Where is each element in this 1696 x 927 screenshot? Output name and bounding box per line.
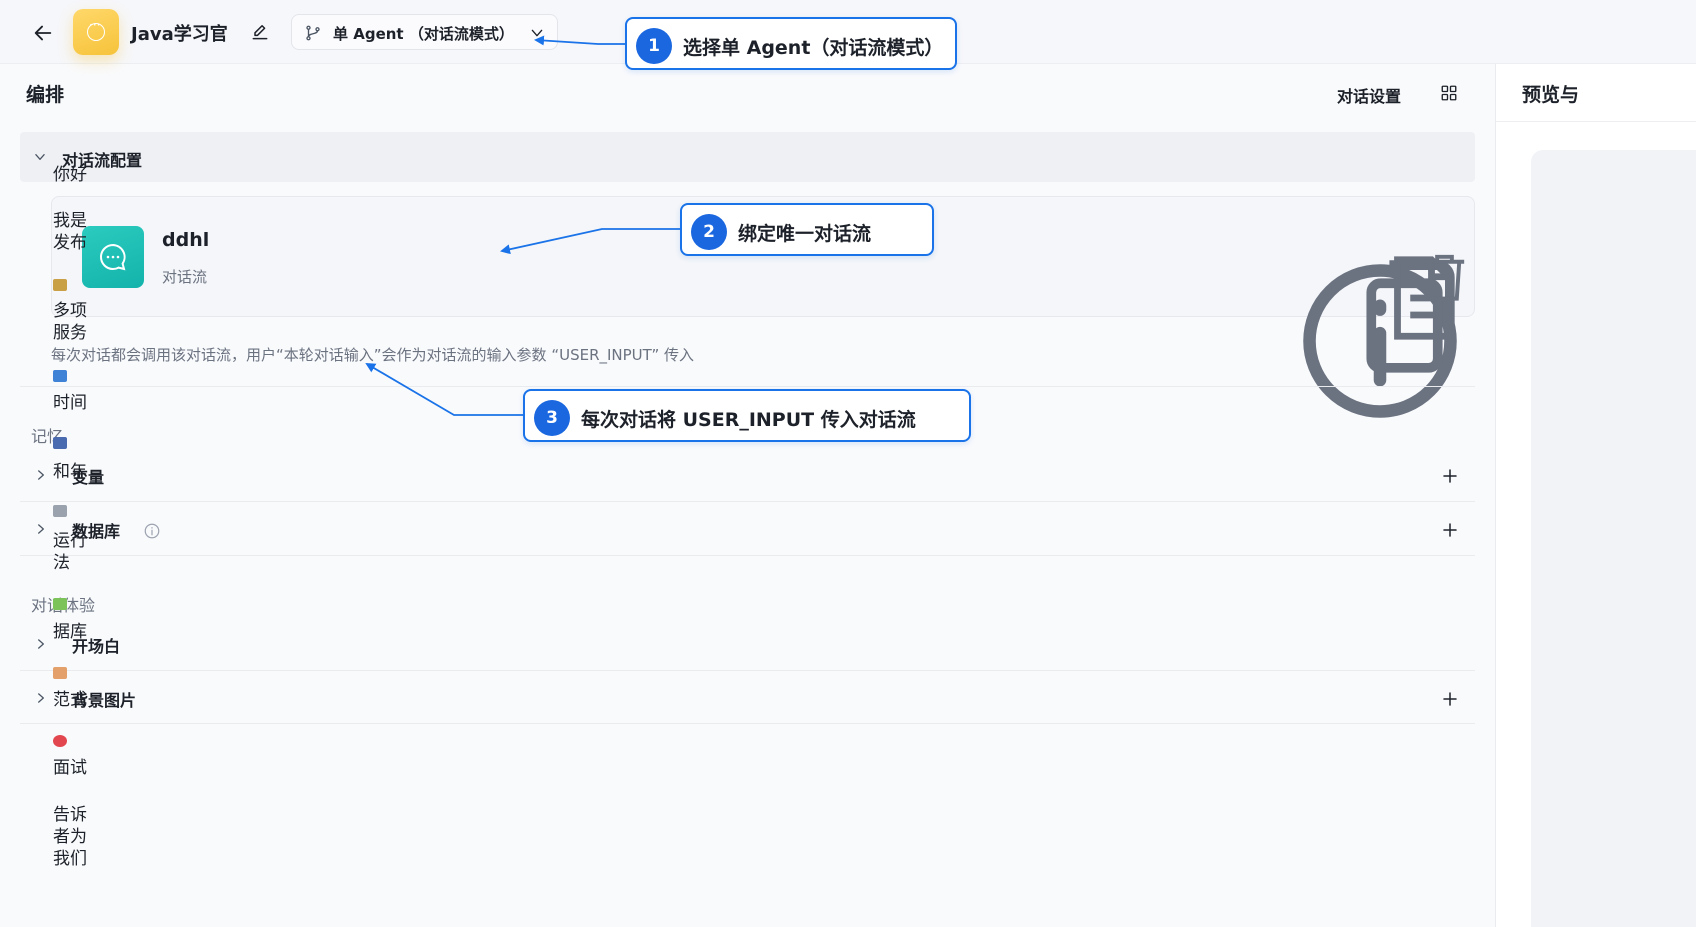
app-avatar[interactable] (73, 9, 119, 55)
memo-emoji-icon (53, 667, 67, 679)
step-number-badge: 1 (636, 28, 672, 64)
divider (20, 555, 1475, 556)
flow-name: ddhl (162, 229, 210, 251)
preview-text-line: 法 (53, 553, 70, 573)
page-title: 编排 (26, 84, 65, 106)
laptop-emoji-icon (53, 437, 67, 449)
arrow-3 (365, 362, 524, 416)
dialog-settings-button[interactable]: 对话设置 (1337, 83, 1401, 107)
puzzle-emoji-icon (53, 598, 67, 610)
preview-text-line: 据库 (53, 622, 87, 642)
flow-description: 每次对话都会调用该对话流，用户“本轮对话输入”会作为对话流的输入参数 “USER… (51, 346, 695, 364)
callout-1: 1 选择单 Agent（对话流模式） (625, 17, 957, 70)
preview-panel: 预览与 (1495, 64, 1696, 927)
plus-icon[interactable] (1441, 690, 1459, 708)
divider (20, 386, 1475, 387)
preview-text-line: 时间 (53, 393, 87, 413)
branch-icon (306, 25, 320, 41)
step-number-badge: 2 (691, 214, 727, 250)
callout-text: 绑定唯一对话流 (738, 223, 872, 245)
bot-message-bubble (1531, 150, 1696, 927)
chevron-down-icon (531, 29, 543, 37)
row-variables[interactable]: 变量 (20, 448, 1475, 502)
divider (1496, 121, 1696, 122)
flow-avatar (82, 226, 144, 288)
callout-text: 每次对话将 USER_INPUT 传入对话流 (581, 409, 916, 431)
row-opening-message[interactable]: 开场白 (20, 617, 1475, 671)
grid-layout-icon[interactable] (1440, 84, 1458, 102)
wrench-emoji-icon (53, 505, 67, 517)
edit-pencil-icon[interactable] (250, 22, 270, 42)
row-background-image[interactable]: 背景图片 (20, 671, 1475, 725)
app-name: Java学习官 (131, 24, 228, 45)
preview-text-line: 和年 (53, 462, 87, 482)
target-emoji-icon (53, 735, 67, 747)
preview-text-line: 你好 (53, 165, 87, 185)
preview-text-line: 我们 (53, 849, 87, 869)
plus-icon[interactable] (1441, 467, 1459, 485)
flow-type: 对话流 (162, 268, 208, 286)
chevron-right-icon (38, 693, 44, 703)
chat-bubble-icon (100, 243, 126, 271)
callout-2: 2 绑定唯一对话流 (680, 203, 934, 256)
callout-3: 3 每次对话将 USER_INPUT 传入对话流 (523, 389, 971, 442)
preview-text-line: 面试 (53, 758, 87, 778)
preview-title: 预览与 (1522, 84, 1580, 106)
divider (20, 723, 1475, 724)
agent-mode-label: 单 Agent （对话流模式） (333, 25, 514, 43)
book-emoji-icon (53, 279, 67, 291)
agent-mode-select[interactable]: 单 Agent （对话流模式） (291, 14, 558, 50)
chevron-right-icon (38, 524, 44, 534)
preview-text-line: 发布 (53, 233, 87, 253)
chevron-down-icon (35, 154, 45, 160)
trash-icon[interactable] (1415, 247, 1474, 306)
dialog-flow-config-section[interactable]: 对话流配置 (20, 132, 1475, 182)
preview-text-line: 范式 (53, 690, 87, 710)
back-arrow-icon[interactable] (32, 22, 54, 44)
chevron-right-icon (38, 470, 44, 480)
plus-icon[interactable] (1441, 521, 1459, 539)
step-number-badge: 3 (534, 400, 570, 436)
row-database[interactable]: 数据库 (20, 502, 1475, 556)
preview-text-line: 服务 (53, 323, 87, 343)
info-icon[interactable] (143, 522, 161, 540)
callout-text: 选择单 Agent（对话流模式） (683, 37, 944, 59)
map-emoji-icon (53, 370, 67, 382)
chat-bubble-icon (87, 18, 105, 41)
chevron-right-icon (38, 639, 44, 649)
